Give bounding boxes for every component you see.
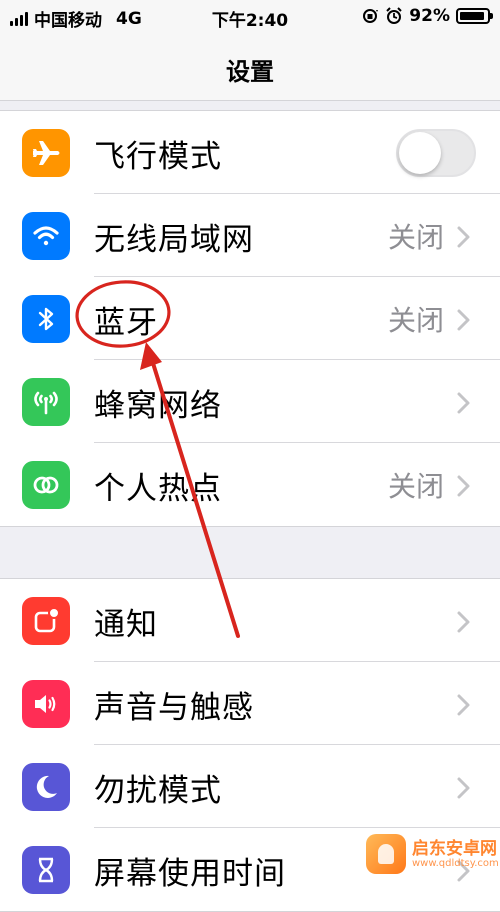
alarm-icon [386, 7, 403, 24]
settings-row-airplane-mode[interactable]: 飞行模式 [0, 111, 500, 194]
moon-icon [22, 763, 70, 811]
chevron-right-icon [457, 475, 470, 497]
watermark: 启东安卓网 www.qdldtsy.com [366, 832, 499, 882]
row-label: 蜂窝网络 [94, 388, 222, 424]
airplane-mode-toggle[interactable] [396, 129, 476, 177]
status-right: 92% [361, 6, 493, 26]
settings-row-notifications[interactable]: 通知 [0, 579, 500, 662]
row-value: 关闭 [387, 304, 444, 337]
battery-percent: 92% [409, 6, 450, 26]
row-label: 无线局域网 [94, 222, 254, 258]
row-value: 关闭 [387, 470, 444, 503]
chevron-right-icon [457, 777, 470, 799]
chevron-right-icon [457, 309, 470, 331]
settings-row-bluetooth[interactable]: 蓝牙 关闭 [0, 277, 500, 360]
page-title: 设置 [226, 58, 274, 86]
settings-row-personal-hotspot[interactable]: 个人热点 关闭 [0, 443, 500, 526]
watermark-title: 启东安卓网 [412, 839, 497, 859]
row-label: 飞行模式 [94, 139, 222, 175]
hotspot-icon [22, 461, 70, 509]
settings-row-sounds[interactable]: 声音与触感 [0, 662, 500, 745]
chevron-right-icon [457, 226, 470, 248]
status-bar: 中国移动 4G 下午2:40 92% [0, 0, 500, 34]
battery-fill [460, 12, 484, 20]
row-label: 声音与触感 [94, 690, 254, 726]
cellular-icon [22, 378, 70, 426]
battery-icon [456, 8, 493, 24]
watermark-url: www.qdldtsy.com [412, 858, 499, 869]
sound-icon [22, 680, 70, 728]
toggle-knob [399, 132, 441, 174]
row-label: 个人热点 [94, 471, 222, 507]
chevron-right-icon [457, 392, 470, 414]
orientation-lock-icon [363, 9, 379, 23]
navigation-bar: 设置 [0, 34, 500, 101]
watermark-logo-icon [366, 834, 406, 874]
chevron-right-icon [457, 611, 470, 633]
bluetooth-icon [22, 295, 70, 343]
settings-row-cellular[interactable]: 蜂窝网络 [0, 360, 500, 443]
row-label: 蓝牙 [94, 305, 158, 341]
chevron-right-icon [457, 694, 470, 716]
wifi-icon [22, 212, 70, 260]
row-label: 屏幕使用时间 [94, 856, 286, 892]
settings-row-do-not-disturb[interactable]: 勿扰模式 [0, 745, 500, 828]
notifications-icon [22, 597, 70, 645]
settings-row-wifi[interactable]: 无线局域网 关闭 [0, 194, 500, 277]
settings-group-connectivity: 飞行模式 无线局域网 关闭 蓝牙 关闭 蜂窝网络 个人热点 关闭 [0, 110, 500, 527]
airplane-icon [22, 129, 70, 177]
row-label: 勿扰模式 [94, 773, 222, 809]
row-value: 关闭 [387, 221, 444, 254]
row-label: 通知 [94, 607, 158, 643]
hourglass-icon [22, 846, 70, 894]
